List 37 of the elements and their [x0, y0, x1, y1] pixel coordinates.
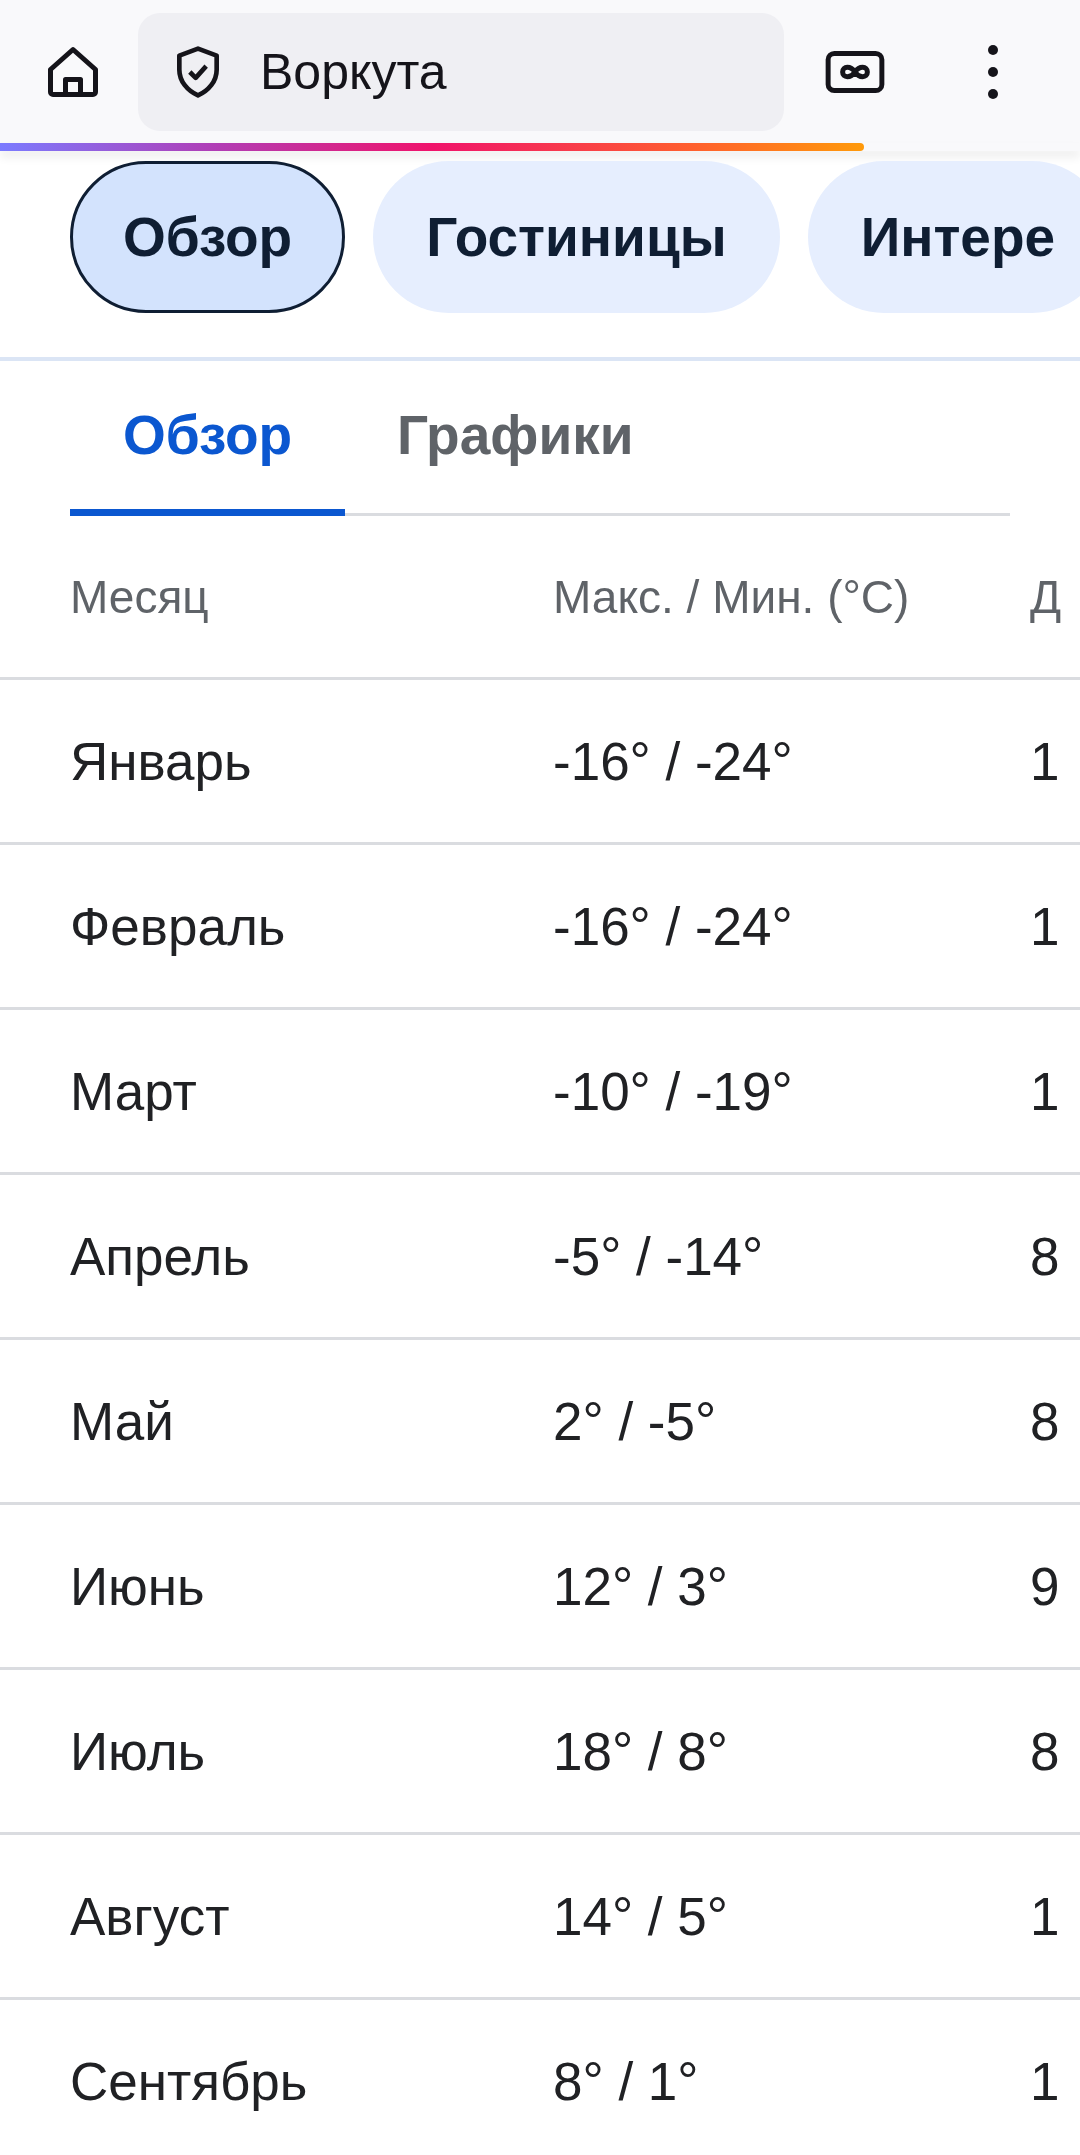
table-cell-text: 8	[1030, 1225, 1061, 1287]
category-chip[interactable]: Интере	[807, 161, 1080, 313]
table-cell-text: Апрель	[70, 1225, 251, 1287]
table-cell-text: 18° / 8°	[553, 1720, 729, 1782]
column-header: Д	[1030, 569, 1063, 624]
table-cell-text: -5° / -14°	[553, 1225, 765, 1287]
table-cell-text: 9	[1030, 1555, 1061, 1617]
table-cell-text: 1	[1030, 2050, 1061, 2112]
table-cell-text: 12° / 3°	[553, 1555, 729, 1617]
column-header: Макс. / Мин. (°C)	[553, 569, 911, 624]
table-cell-text: Февраль	[70, 895, 287, 957]
category-chip[interactable]: Обзор	[70, 161, 346, 313]
table-cell-text: Сентябрь	[70, 2050, 309, 2112]
category-chip[interactable]: Гостиницы	[373, 161, 780, 313]
table-cell-text: Январь	[70, 730, 253, 792]
table-cell-text: 1	[1030, 1885, 1061, 1947]
table-cell-text: 8° / 1°	[553, 2050, 700, 2112]
table-cell-text: Август	[70, 1885, 231, 1947]
table-cell-text: 8	[1030, 1720, 1061, 1782]
table-cell-text: -16° / -24°	[553, 730, 794, 792]
tab[interactable]: Обзор	[70, 361, 345, 516]
table-cell-text: Июль	[70, 1720, 207, 1782]
table-cell-text: -16° / -24°	[553, 895, 794, 957]
table-cell-text: Июнь	[70, 1555, 206, 1617]
table-cell-text: Май	[70, 1390, 175, 1452]
address-text: Воркута	[260, 42, 447, 101]
tab[interactable]: Графики	[345, 361, 686, 516]
table-cell-text: 8	[1030, 1390, 1061, 1452]
table-cell-text: 2° / -5°	[553, 1390, 718, 1452]
table-cell-text: 1	[1030, 895, 1061, 957]
table-cell-text: 1	[1030, 1060, 1061, 1122]
table-cell-text: 1	[1030, 730, 1061, 792]
table-cell-text: Март	[70, 1060, 198, 1122]
table-cell-text: 14° / 5°	[553, 1885, 729, 1947]
table-cell-text: -10° / -19°	[553, 1060, 794, 1122]
address-bar[interactable]: Воркута	[138, 12, 784, 131]
column-header: Месяц	[70, 569, 210, 624]
